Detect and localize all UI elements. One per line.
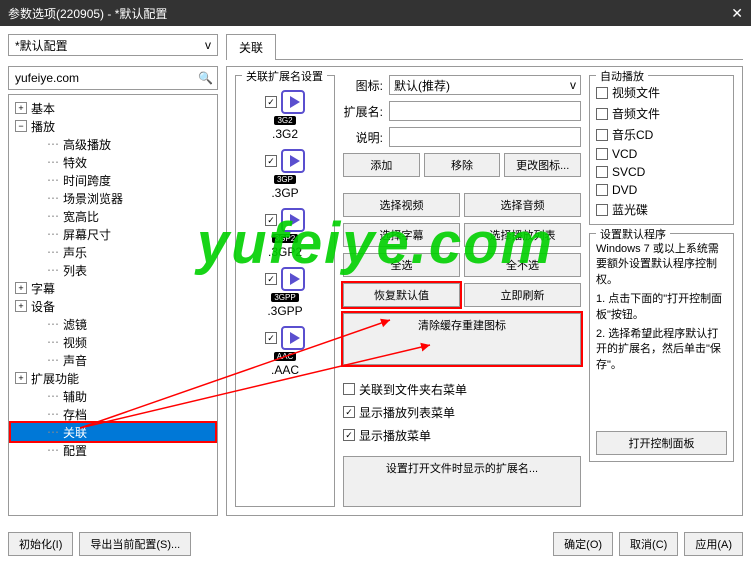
checkbox-icon[interactable]: ✓ <box>265 332 277 344</box>
checkbox-icon[interactable]: ✓ <box>343 406 355 418</box>
chevron-down-icon: v <box>205 38 211 52</box>
checkbox-icon[interactable] <box>343 383 355 395</box>
tree-item[interactable]: 列表 <box>11 261 215 279</box>
checkbox-icon[interactable]: ✓ <box>265 214 277 226</box>
tree-item[interactable]: 场景浏览器 <box>11 189 215 207</box>
search-input[interactable] <box>13 70 198 86</box>
checkbox-icon[interactable] <box>596 204 608 216</box>
tree-item[interactable]: 特效 <box>11 153 215 171</box>
tree-item[interactable]: 声乐 <box>11 243 215 261</box>
play-icon <box>281 267 305 291</box>
checkbox-icon[interactable]: ✓ <box>343 429 355 441</box>
tree-association[interactable]: 关联 <box>11 423 215 441</box>
tree-item[interactable]: 高级播放 <box>11 135 215 153</box>
window-title: 参数选项(220905) - *默认配置 <box>8 5 167 22</box>
tree-item[interactable]: 屏幕尺寸 <box>11 225 215 243</box>
checkbox-icon[interactable] <box>596 87 608 99</box>
tree-video[interactable]: 视频 <box>11 333 215 351</box>
default-program-box: 设置默认程序 Windows 7 或以上系统需要额外设置默认程序控制权。 1. … <box>589 233 734 462</box>
checkbox-icon[interactable]: ✓ <box>265 96 277 108</box>
autoplay-box: 自动播放 视频文件 音频文件 音乐CD VCD SVCD DVD 蓝光碟 <box>589 75 734 225</box>
ext-item[interactable]: ✓3G2.3G2 <box>242 90 328 141</box>
add-button[interactable]: 添加 <box>343 153 420 177</box>
checkbox-icon[interactable] <box>596 129 608 141</box>
restore-default-button[interactable]: 恢复默认值 <box>343 283 460 307</box>
chevron-down-icon: v <box>570 78 576 92</box>
change-icon-button[interactable]: 更改图标... <box>504 153 581 177</box>
config-dropdown[interactable]: *默认配置 v <box>8 34 218 56</box>
play-icon <box>281 208 305 232</box>
select-all-button[interactable]: 全选 <box>343 253 460 277</box>
tree-basic[interactable]: +基本 <box>11 99 215 117</box>
select-video-button[interactable]: 选择视频 <box>343 193 460 217</box>
refresh-button[interactable]: 立即刷新 <box>464 283 581 307</box>
tree-audio[interactable]: 声音 <box>11 351 215 369</box>
tree-archive[interactable]: 存档 <box>11 405 215 423</box>
checkbox-icon[interactable] <box>596 148 608 160</box>
select-sub-button[interactable]: 选择字幕 <box>343 223 460 247</box>
settings-tree[interactable]: +基本 −播放 高级播放 特效 时间跨度 场景浏览器 宽高比 屏幕尺寸 声乐 列… <box>8 94 218 516</box>
clear-cache-button[interactable]: 清除缓存重建图标 <box>343 313 581 365</box>
apply-button[interactable]: 应用(A) <box>684 532 743 556</box>
search-icon[interactable]: 🔍 <box>198 71 213 85</box>
select-playlist-button[interactable]: 选择播放列表 <box>464 223 581 247</box>
remove-button[interactable]: 移除 <box>424 153 501 177</box>
ext-item[interactable]: ✓3GPP.3GPP <box>242 267 328 318</box>
tab-association[interactable]: 关联 <box>226 34 276 60</box>
desc-input[interactable] <box>389 127 581 147</box>
cancel-button[interactable]: 取消(C) <box>619 532 678 556</box>
checkbox-icon[interactable] <box>596 184 608 196</box>
select-audio-button[interactable]: 选择音频 <box>464 193 581 217</box>
tree-subtitle[interactable]: +字幕 <box>11 279 215 297</box>
checkbox-icon[interactable]: ✓ <box>265 155 277 167</box>
icon-combo[interactable]: 默认(推荐)v <box>389 75 581 95</box>
ext-item[interactable]: ✓3GP.3GP <box>242 149 328 200</box>
checkbox-icon[interactable] <box>596 166 608 178</box>
tree-assist[interactable]: 辅助 <box>11 387 215 405</box>
play-icon <box>281 326 305 350</box>
play-icon <box>281 90 305 114</box>
titlebar: 参数选项(220905) - *默认配置 ✕ <box>0 0 751 26</box>
tree-filter[interactable]: 滤镜 <box>11 315 215 333</box>
tree-extension[interactable]: +扩展功能 <box>11 369 215 387</box>
checkbox-icon[interactable] <box>596 108 608 120</box>
ok-button[interactable]: 确定(O) <box>553 532 613 556</box>
init-button[interactable]: 初始化(I) <box>8 532 73 556</box>
search-box[interactable]: 🔍 <box>8 66 218 90</box>
tree-item[interactable]: 时间跨度 <box>11 171 215 189</box>
close-icon[interactable]: ✕ <box>731 5 743 22</box>
ext-item[interactable]: ✓AAC.AAC <box>242 326 328 377</box>
open-control-panel-button[interactable]: 打开控制面板 <box>596 431 727 455</box>
ext-item[interactable]: ✓3GP2.3GP2 <box>242 208 328 259</box>
export-button[interactable]: 导出当前配置(S)... <box>79 532 191 556</box>
extension-list-box: 关联扩展名设置 ✓3G2.3G2 ✓3GP.3GP ✓3GP2.3GP2 ✓3G… <box>235 75 335 507</box>
open-files-ext-button[interactable]: 设置打开文件时显示的扩展名... <box>343 456 581 508</box>
tree-config[interactable]: 配置 <box>11 441 215 459</box>
tree-playback[interactable]: −播放 <box>11 117 215 135</box>
checkbox-icon[interactable]: ✓ <box>265 273 277 285</box>
select-none-button[interactable]: 全不选 <box>464 253 581 277</box>
ext-input[interactable] <box>389 101 581 121</box>
tree-device[interactable]: +设备 <box>11 297 215 315</box>
tree-item[interactable]: 宽高比 <box>11 207 215 225</box>
play-icon <box>281 149 305 173</box>
